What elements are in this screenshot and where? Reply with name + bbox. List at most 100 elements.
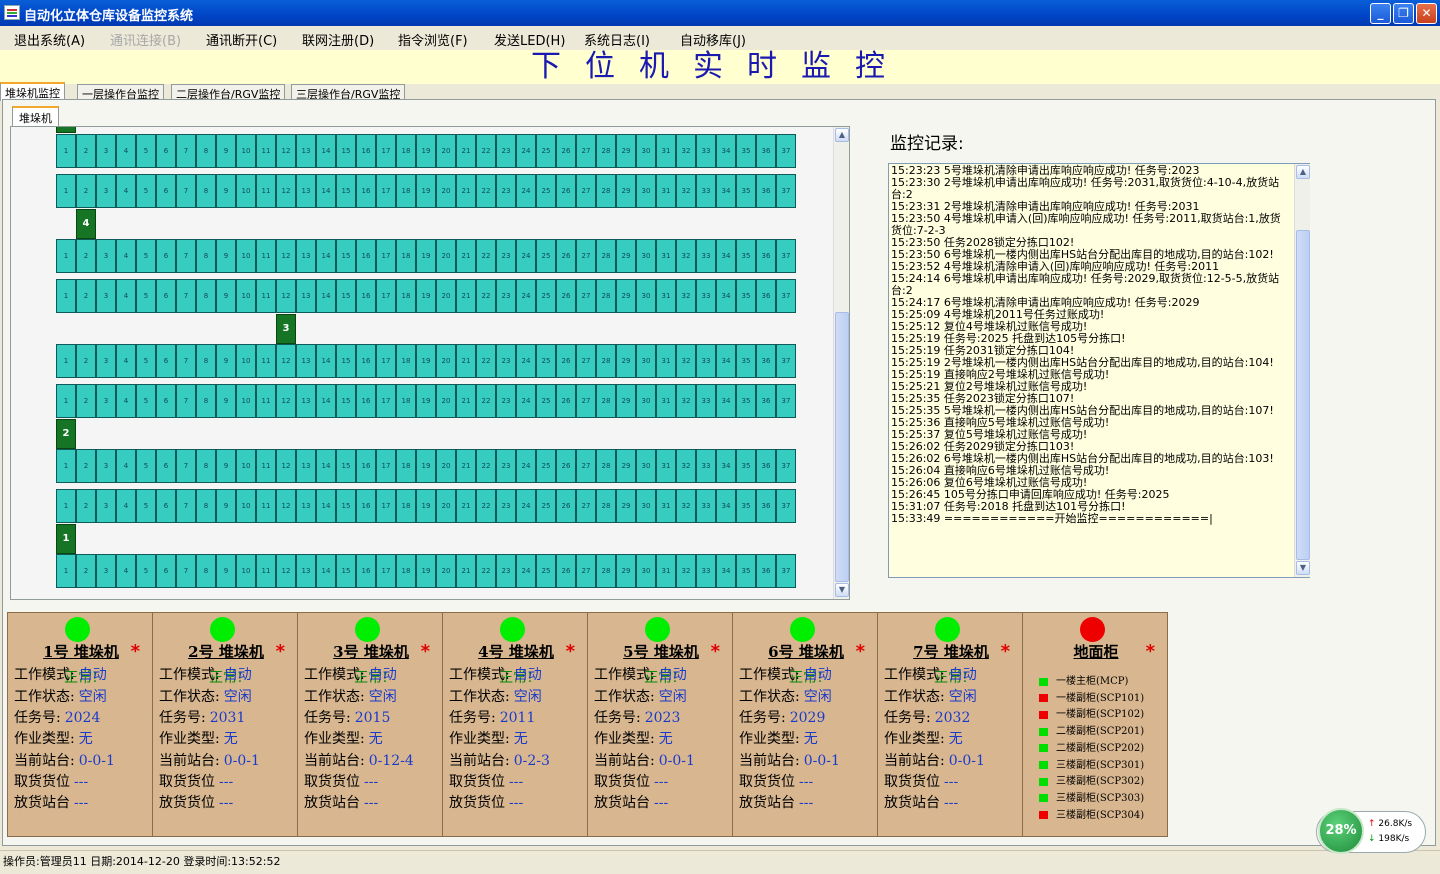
rack-cell[interactable]: 1 xyxy=(56,239,76,273)
rack-cell[interactable]: 30 xyxy=(636,279,656,313)
rack-cell[interactable]: 1 xyxy=(56,344,76,378)
rack-cell[interactable]: 8 xyxy=(196,384,216,418)
rack-cell[interactable]: 28 xyxy=(596,554,616,588)
rack-cell[interactable]: 29 xyxy=(616,384,636,418)
rack-cell[interactable]: 36 xyxy=(756,489,776,523)
rack-cell[interactable]: 35 xyxy=(736,344,756,378)
rack-cell[interactable]: 23 xyxy=(496,449,516,483)
rack-cell[interactable]: 3 xyxy=(96,239,116,273)
rack-cell[interactable]: 17 xyxy=(376,384,396,418)
rack-cell[interactable]: 26 xyxy=(556,384,576,418)
rack-cell[interactable]: 15 xyxy=(336,449,356,483)
rack-cell[interactable]: 28 xyxy=(596,384,616,418)
rack-cell[interactable]: 15 xyxy=(336,554,356,588)
rack-cell[interactable]: 1 xyxy=(56,384,76,418)
rack-cell[interactable]: 22 xyxy=(476,134,496,168)
rack-cell[interactable]: 10 xyxy=(236,344,256,378)
rack-cell[interactable]: 14 xyxy=(316,489,336,523)
rack-cell[interactable]: 22 xyxy=(476,279,496,313)
rack-cell[interactable]: 33 xyxy=(696,239,716,273)
rack-cell[interactable]: 8 xyxy=(196,239,216,273)
rack-cell[interactable]: 24 xyxy=(516,279,536,313)
rack-cell[interactable]: 8 xyxy=(196,134,216,168)
rack-cell[interactable]: 26 xyxy=(556,344,576,378)
menu-register[interactable]: 联网注册(D) xyxy=(302,30,374,49)
rack-cell[interactable]: 14 xyxy=(316,554,336,588)
rack-cell[interactable]: 18 xyxy=(396,449,416,483)
rack-cell[interactable]: 22 xyxy=(476,174,496,208)
rack-cell[interactable]: 25 xyxy=(536,174,556,208)
rack-cell[interactable]: 30 xyxy=(636,489,656,523)
rack-cell[interactable]: 30 xyxy=(636,449,656,483)
rack-cell[interactable]: 24 xyxy=(516,134,536,168)
rack-cell[interactable]: 13 xyxy=(296,174,316,208)
rack-cell[interactable]: 33 xyxy=(696,384,716,418)
rack-cell[interactable]: 24 xyxy=(516,489,536,523)
rack-cell[interactable]: 35 xyxy=(736,239,756,273)
rack-cell[interactable]: 16 xyxy=(356,174,376,208)
rack-cell[interactable]: 15 xyxy=(336,239,356,273)
rack-cell[interactable]: 24 xyxy=(516,449,536,483)
rack-cell[interactable]: 12 xyxy=(276,239,296,273)
rack-cell[interactable]: 20 xyxy=(436,239,456,273)
maximize-button[interactable]: ❐ xyxy=(1393,3,1414,24)
rack-cell[interactable]: 19 xyxy=(416,384,436,418)
rack-cell[interactable]: 10 xyxy=(236,174,256,208)
rack-cell[interactable]: 25 xyxy=(536,344,556,378)
rack-cell[interactable]: 11 xyxy=(256,174,276,208)
rack-cell[interactable]: 32 xyxy=(676,134,696,168)
alarm-star-icon[interactable]: * xyxy=(1001,641,1010,662)
rack-cell[interactable]: 35 xyxy=(736,554,756,588)
rack-cell[interactable]: 19 xyxy=(416,344,436,378)
rack-cell[interactable]: 32 xyxy=(676,344,696,378)
rack-cell[interactable]: 2 xyxy=(76,554,96,588)
rack-cell[interactable]: 25 xyxy=(536,554,556,588)
rack-cell[interactable]: 25 xyxy=(536,134,556,168)
rack-cell[interactable]: 18 xyxy=(396,554,416,588)
rack-cell[interactable]: 5 xyxy=(136,384,156,418)
rack-cell[interactable]: 9 xyxy=(216,384,236,418)
rack-cell[interactable]: 21 xyxy=(456,344,476,378)
rack-cell[interactable]: 14 xyxy=(316,239,336,273)
rack-cell[interactable]: 12 xyxy=(276,449,296,483)
rack-cell[interactable]: 20 xyxy=(436,489,456,523)
rack-cell[interactable]: 31 xyxy=(656,134,676,168)
rack-cell[interactable]: 29 xyxy=(616,134,636,168)
rack-cell[interactable]: 17 xyxy=(376,489,396,523)
rack-cell[interactable]: 36 xyxy=(756,554,776,588)
rack-cell[interactable]: 26 xyxy=(556,174,576,208)
rack-cell[interactable]: 1 xyxy=(56,174,76,208)
rack-cell[interactable]: 17 xyxy=(376,554,396,588)
rack-cell[interactable]: 30 xyxy=(636,554,656,588)
rack-cell[interactable]: 4 xyxy=(116,384,136,418)
rack-cell[interactable]: 26 xyxy=(556,449,576,483)
rack-cell[interactable]: 10 xyxy=(236,489,256,523)
rack-cell[interactable]: 34 xyxy=(716,554,736,588)
rack-cell[interactable]: 37 xyxy=(776,239,796,273)
rack-cell[interactable]: 27 xyxy=(576,554,596,588)
rack-cell[interactable]: 13 xyxy=(296,344,316,378)
rack-cell[interactable]: 34 xyxy=(716,279,736,313)
rack-cell[interactable]: 21 xyxy=(456,174,476,208)
log-scrollbar[interactable]: ▲ ▼ xyxy=(1294,164,1310,577)
rack-cell[interactable]: 7 xyxy=(176,279,196,313)
rack-cell[interactable]: 29 xyxy=(616,239,636,273)
rack-cell[interactable]: 8 xyxy=(196,344,216,378)
rack-cell[interactable]: 29 xyxy=(616,174,636,208)
rack-cell[interactable]: 16 xyxy=(356,489,376,523)
rack-cell[interactable]: 34 xyxy=(716,489,736,523)
rack-cell[interactable]: 4 xyxy=(116,344,136,378)
rack-cell[interactable]: 11 xyxy=(256,239,276,273)
rack-cell[interactable]: 12 xyxy=(276,344,296,378)
rack-cell[interactable]: 36 xyxy=(756,134,776,168)
rack-cell[interactable]: 20 xyxy=(436,384,456,418)
rack-cell[interactable]: 28 xyxy=(596,239,616,273)
rack-cell[interactable]: 15 xyxy=(336,344,356,378)
rack-cell[interactable]: 4 xyxy=(116,554,136,588)
rack-cell[interactable]: 25 xyxy=(536,489,556,523)
rack-cell[interactable]: 31 xyxy=(656,449,676,483)
rack-cell[interactable]: 7 xyxy=(176,174,196,208)
rack-scrollbar[interactable]: ▲ ▼ xyxy=(833,127,849,599)
rack-cell[interactable]: 25 xyxy=(536,239,556,273)
rack-cell[interactable]: 37 xyxy=(776,489,796,523)
